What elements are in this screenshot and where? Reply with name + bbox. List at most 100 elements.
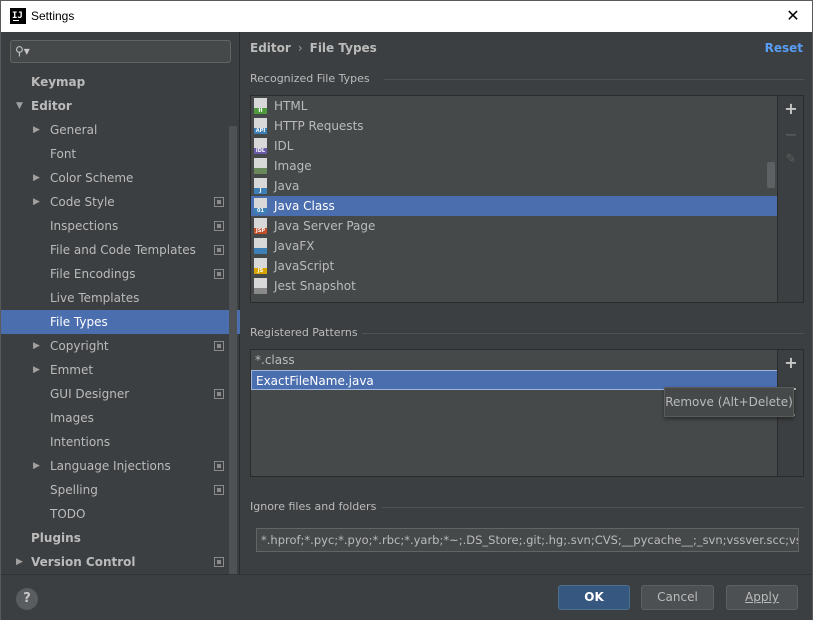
sidebar-item-file-and-code-templates[interactable]: File and Code Templates bbox=[1, 238, 240, 262]
file-type-item[interactable]: JavaFX bbox=[251, 236, 778, 256]
file-type-item[interactable]: JSP Java Server Page bbox=[251, 216, 778, 236]
file-type-icon: H bbox=[254, 98, 267, 114]
file-type-icon: API bbox=[254, 118, 267, 134]
file-type-tag: H bbox=[254, 108, 267, 114]
breadcrumb-parent[interactable]: Editor bbox=[250, 41, 291, 55]
sidebar-item-todo[interactable]: TODO bbox=[1, 502, 240, 526]
breadcrumb: Editor › File Types bbox=[250, 41, 377, 55]
sidebar-item-images[interactable]: Images bbox=[1, 406, 240, 430]
project-scope-icon bbox=[214, 389, 224, 399]
file-type-item[interactable]: Image bbox=[251, 156, 778, 176]
expand-arrow-right-icon[interactable]: ▶ bbox=[33, 334, 40, 358]
window-title: Settings bbox=[31, 9, 75, 23]
file-type-label: JavaScript bbox=[274, 259, 335, 273]
cancel-button[interactable]: Cancel bbox=[641, 585, 714, 610]
sidebar-item-plugins[interactable]: Plugins bbox=[1, 526, 240, 550]
sidebar-item-label: Editor bbox=[31, 99, 72, 113]
file-type-item[interactable]: IDL IDL bbox=[251, 136, 778, 156]
intellij-app-icon: IJ bbox=[10, 8, 26, 24]
file-types-scrollbar[interactable] bbox=[767, 162, 775, 188]
dialog-footer: ? OK Cancel Apply bbox=[1, 574, 812, 620]
sidebar-item-copyright[interactable]: ▶ Copyright bbox=[1, 334, 240, 358]
sidebar-item-file-types[interactable]: File Types bbox=[1, 310, 240, 334]
apply-button[interactable]: Apply bbox=[726, 585, 798, 610]
sidebar-item-label: Code Style bbox=[50, 195, 115, 209]
sidebar-item-label: Images bbox=[50, 411, 94, 425]
sidebar-item-label: Copyright bbox=[50, 339, 109, 353]
sidebar-item-keymap[interactable]: Keymap bbox=[1, 70, 240, 94]
file-type-item[interactable]: API HTTP Requests bbox=[251, 116, 778, 136]
sidebar-item-gui-designer[interactable]: GUI Designer bbox=[1, 382, 240, 406]
sidebar-item-color-scheme[interactable]: ▶ Color Scheme bbox=[1, 166, 240, 190]
file-type-label: JavaFX bbox=[274, 239, 315, 253]
expand-arrow-right-icon[interactable]: ▶ bbox=[33, 118, 40, 142]
edit-file-type-pencil-icon[interactable]: ✎ bbox=[783, 152, 799, 168]
sidebar-item-code-style[interactable]: ▶ Code Style bbox=[1, 190, 240, 214]
ignore-files-input[interactable]: *.hprof;*.pyc;*.pyo;*.rbc;*.yarb;*~;.DS_… bbox=[256, 528, 799, 552]
title-bar: IJ Settings ✕ bbox=[1, 1, 812, 32]
add-pattern-button[interactable]: + bbox=[783, 355, 799, 371]
sidebar-item-general[interactable]: ▶ General bbox=[1, 118, 240, 142]
project-scope-icon bbox=[214, 197, 224, 207]
sidebar-item-editor[interactable]: ▼ Editor bbox=[1, 94, 240, 118]
sidebar-item-inspections[interactable]: Inspections bbox=[1, 214, 240, 238]
expand-arrow-down-icon[interactable]: ▼ bbox=[16, 94, 23, 118]
sidebar-item-language-injections[interactable]: ▶ Language Injections bbox=[1, 454, 240, 478]
file-type-tag: JSP bbox=[254, 228, 267, 234]
file-type-item[interactable]: H HTML bbox=[251, 96, 778, 116]
close-icon[interactable]: ✕ bbox=[782, 6, 804, 26]
help-button[interactable]: ? bbox=[16, 588, 38, 610]
file-type-tag bbox=[254, 288, 267, 294]
sidebar-item-font[interactable]: Font bbox=[1, 142, 240, 166]
project-scope-icon bbox=[214, 221, 224, 231]
sidebar-item-spelling[interactable]: Spelling bbox=[1, 478, 240, 502]
recognized-file-types-box: H HTML API HTTP Requests IDL IDL Image J Java 01 J… bbox=[250, 95, 804, 303]
recognized-file-types-section: Recognized File Types bbox=[250, 72, 804, 85]
sidebar-item-file-encodings[interactable]: File Encodings bbox=[1, 262, 240, 286]
sidebar-scrollbar[interactable] bbox=[229, 126, 237, 596]
file-type-item[interactable]: Jest Snapshot bbox=[251, 276, 778, 296]
sidebar-item-intentions[interactable]: Intentions bbox=[1, 430, 240, 454]
file-types-panel: Editor › File Types Reset Recognized File … bbox=[241, 32, 812, 574]
project-scope-icon bbox=[214, 245, 224, 255]
file-type-item[interactable]: 01 Java Class bbox=[251, 196, 778, 216]
expand-arrow-right-icon[interactable]: ▶ bbox=[33, 166, 40, 190]
file-type-item[interactable]: JS JavaScript bbox=[251, 256, 778, 276]
sidebar-item-label: Font bbox=[50, 147, 77, 161]
file-type-label: Java Server Page bbox=[274, 219, 376, 233]
registered-patterns-title: Registered Patterns bbox=[250, 326, 358, 339]
file-type-icon: JS bbox=[254, 258, 267, 274]
reset-link[interactable]: Reset bbox=[765, 41, 803, 55]
expand-arrow-right-icon[interactable]: ▶ bbox=[16, 550, 23, 574]
file-type-item[interactable]: J Java bbox=[251, 176, 778, 196]
file-type-tag: IDL bbox=[254, 148, 267, 154]
expand-arrow-right-icon[interactable]: ▶ bbox=[33, 454, 40, 478]
file-type-label: Java Class bbox=[274, 199, 335, 213]
file-type-tag: 01 bbox=[254, 208, 267, 214]
pattern-item[interactable]: *.class bbox=[251, 350, 778, 370]
project-scope-icon bbox=[214, 341, 224, 351]
remove-file-type-button[interactable]: − bbox=[783, 127, 799, 143]
sidebar-item-version-control[interactable]: ▶ Version Control bbox=[1, 550, 240, 574]
ok-button[interactable]: OK bbox=[558, 585, 630, 610]
breadcrumb-separator-icon: › bbox=[297, 41, 303, 55]
sidebar-item-label: Intentions bbox=[50, 435, 111, 449]
sidebar-item-emmet[interactable]: ▶ Emmet bbox=[1, 358, 240, 382]
ignore-files-title: Ignore files and folders bbox=[250, 500, 377, 513]
sidebar-item-label: Inspections bbox=[50, 219, 119, 233]
sidebar-item-label: File Types bbox=[50, 315, 108, 329]
sidebar-item-live-templates[interactable]: Live Templates bbox=[1, 286, 240, 310]
sidebar-item-label: Version Control bbox=[31, 555, 136, 569]
file-type-tag: JS bbox=[254, 268, 267, 274]
add-file-type-button[interactable]: + bbox=[783, 101, 799, 117]
section-divider bbox=[362, 333, 804, 334]
registered-patterns-section: Registered Patterns bbox=[250, 326, 804, 339]
file-type-label: Jest Snapshot bbox=[274, 279, 356, 293]
section-divider bbox=[382, 507, 804, 508]
settings-search-input[interactable]: ⚲▾ bbox=[10, 40, 231, 63]
expand-arrow-right-icon[interactable]: ▶ bbox=[33, 358, 40, 382]
sidebar-item-label: General bbox=[50, 123, 98, 137]
expand-arrow-right-icon[interactable]: ▶ bbox=[33, 190, 40, 214]
file-type-icon: 01 bbox=[254, 198, 267, 214]
sidebar-item-label: GUI Designer bbox=[50, 387, 130, 401]
